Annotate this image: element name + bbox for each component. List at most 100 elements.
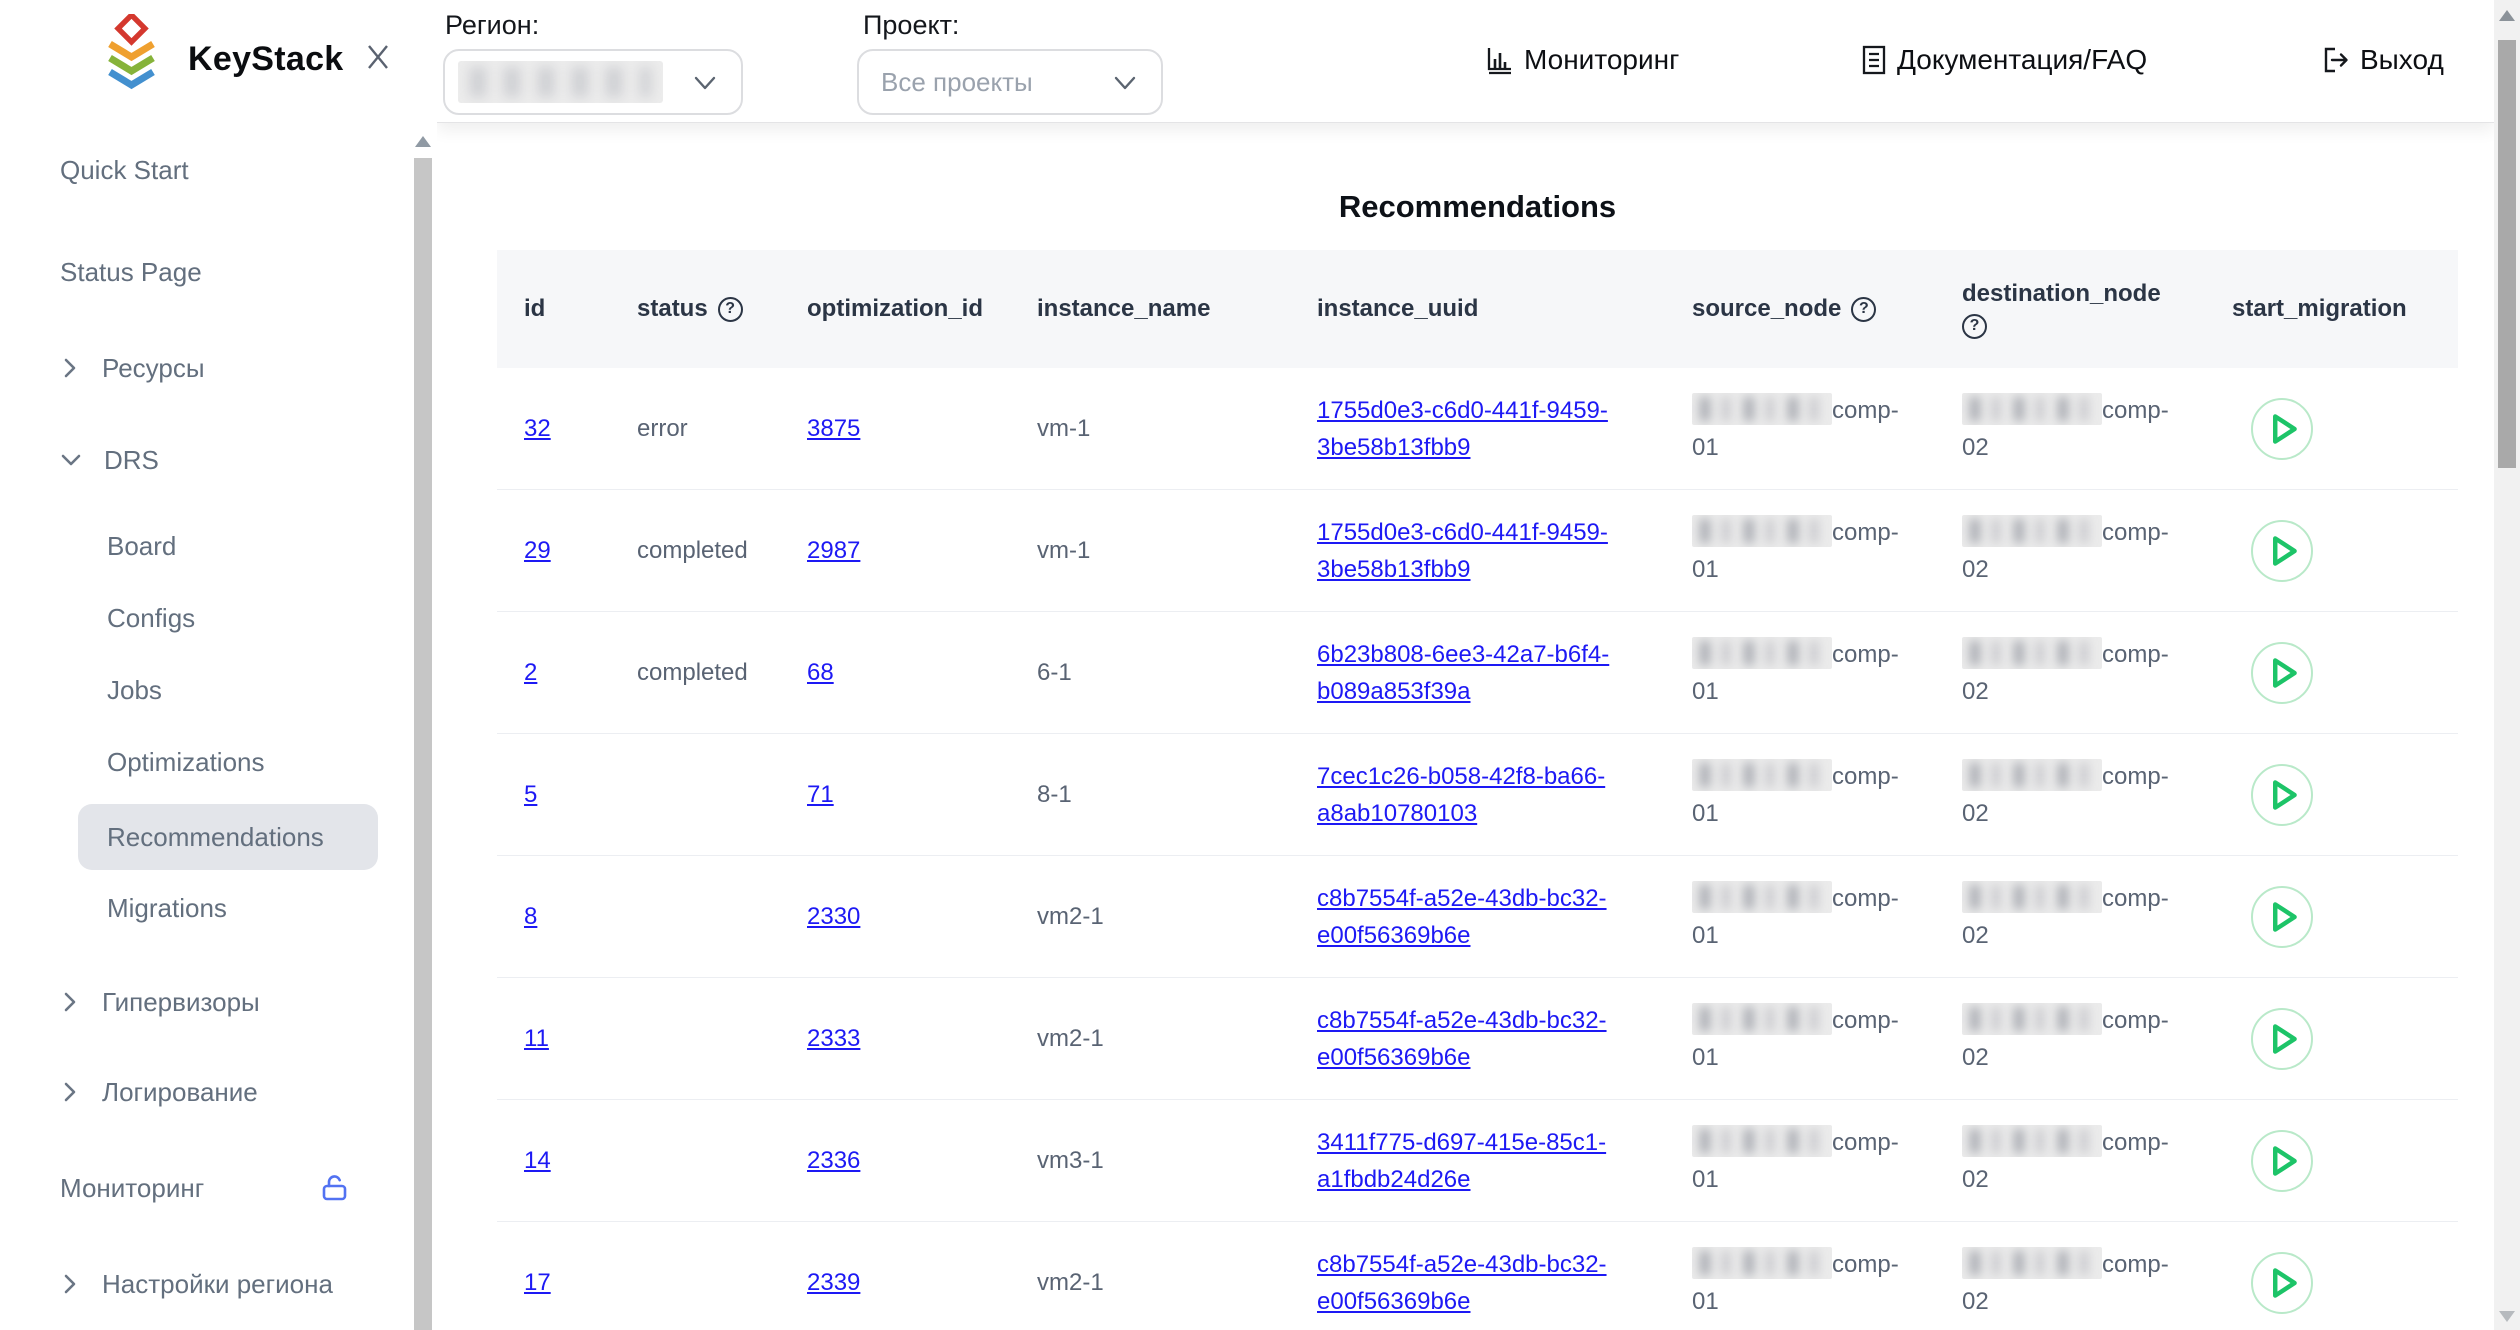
sidebar-scrollbar[interactable] xyxy=(412,130,434,1330)
cell-start-migration xyxy=(2205,886,2458,948)
start-migration-button[interactable] xyxy=(2251,764,2313,826)
scroll-up-icon[interactable] xyxy=(415,136,431,147)
optimization-id-link[interactable]: 2339 xyxy=(807,1269,860,1296)
instance-uuid-link[interactable]: c8b7554f-a52e-43db-bc32-e00f56369b6e xyxy=(1317,1002,1619,1076)
bar-chart-icon xyxy=(1485,44,1515,76)
id-link[interactable]: 5 xyxy=(524,781,537,808)
optimization-id-link[interactable]: 2330 xyxy=(807,903,860,930)
start-migration-button[interactable] xyxy=(2251,642,2313,704)
scroll-up-icon[interactable] xyxy=(2499,10,2515,21)
cell-destination-node: comp-02 xyxy=(1935,880,2205,954)
play-icon xyxy=(2253,521,2311,581)
sidebar-item-логирование[interactable]: Логирование xyxy=(60,1072,412,1112)
instance-uuid-link[interactable]: 1755d0e3-c6d0-441f-9459-3be58b13fbb9 xyxy=(1317,392,1619,466)
help-icon[interactable]: ? xyxy=(1962,314,1987,339)
region-select[interactable] xyxy=(443,49,743,115)
sidebar-item-migrations[interactable]: Migrations xyxy=(78,888,378,928)
cell-optimization-id: 2330 xyxy=(780,903,1010,931)
play-icon xyxy=(2253,399,2311,459)
id-link[interactable]: 14 xyxy=(524,1147,551,1174)
start-migration-button[interactable] xyxy=(2251,398,2313,460)
table-row: 14 2336 vm3-1 3411f775-d697-415e-85c1-a1fbd… xyxy=(497,1100,2458,1222)
source-node-value: comp-01 xyxy=(1692,1002,1912,1076)
id-link[interactable]: 2 xyxy=(524,659,537,686)
start-migration-button[interactable] xyxy=(2251,520,2313,582)
table-row: 5718-17cec1c26-b058-42f8-ba66-a8ab107801… xyxy=(497,734,2458,856)
cell-start-migration xyxy=(2205,642,2458,704)
sidebar-item-drs[interactable]: DRS xyxy=(60,440,412,480)
optimization-id-link[interactable]: 71 xyxy=(807,781,834,808)
column-label: destination_node xyxy=(1962,280,2161,308)
sidebar-item-гипервизоры[interactable]: Гипервизоры xyxy=(60,982,412,1022)
censored-node-name xyxy=(1692,1003,1832,1035)
scroll-down-icon[interactable] xyxy=(2499,1311,2515,1322)
id-link[interactable]: 17 xyxy=(524,1269,551,1296)
instance-uuid-link[interactable]: c8b7554f-a52e-43db-bc32-e00f56369b6e xyxy=(1317,880,1619,954)
optimization-id-link[interactable]: 68 xyxy=(807,659,834,686)
sidebar-item-настройки-региона[interactable]: Настройки региона xyxy=(60,1264,412,1304)
sidebar-item-label: Гипервизоры xyxy=(102,987,260,1018)
start-migration-button[interactable] xyxy=(2251,1008,2313,1070)
project-select[interactable]: Все проекты xyxy=(857,49,1163,115)
instance-uuid-link[interactable]: 6b23b808-6ee3-42a7-b6f4-b089a853f39a xyxy=(1317,636,1619,710)
id-link[interactable]: 8 xyxy=(524,903,537,930)
cell-source-node: comp-01 xyxy=(1665,514,1935,588)
sidebar-item-ресурсы[interactable]: Ресурсы xyxy=(60,348,412,388)
optimization-id-link[interactable]: 2336 xyxy=(807,1147,860,1174)
sidebar-item-board[interactable]: Board xyxy=(78,526,378,566)
id-link[interactable]: 29 xyxy=(524,537,551,564)
instance-uuid-link[interactable]: 3411f775-d697-415e-85c1-a1fbdb24d26e xyxy=(1317,1124,1619,1198)
cell-start-migration xyxy=(2205,764,2458,826)
column-header-status: status? xyxy=(610,295,780,323)
cell-optimization-id: 2333 xyxy=(780,1025,1010,1053)
sidebar-item-status-page[interactable]: Status Page xyxy=(60,252,412,292)
sidebar-item-jobs[interactable]: Jobs xyxy=(78,670,378,710)
id-link[interactable]: 11 xyxy=(524,1025,549,1052)
source-node-value: comp-01 xyxy=(1692,880,1912,954)
instance-uuid-link[interactable]: 1755d0e3-c6d0-441f-9459-3be58b13fbb9 xyxy=(1317,514,1619,588)
instance-uuid-link[interactable]: c8b7554f-a52e-43db-bc32-e00f56369b6e xyxy=(1317,1246,1619,1320)
censored-node-name xyxy=(1962,1003,2102,1035)
start-migration-button[interactable] xyxy=(2251,1130,2313,1192)
cell-instance-name: vm3-1 xyxy=(1010,1147,1290,1175)
nav-logout[interactable]: Выход xyxy=(2319,38,2444,82)
main-scrollbar[interactable] xyxy=(2494,0,2520,1330)
sidebar-item-configs[interactable]: Configs xyxy=(78,598,378,638)
sidebar-item-quick-start[interactable]: Quick Start xyxy=(60,150,412,190)
help-icon[interactable]: ? xyxy=(718,297,743,322)
instance-uuid-link[interactable]: 7cec1c26-b058-42f8-ba66-a8ab10780103 xyxy=(1317,758,1619,832)
sidebar-close-button[interactable] xyxy=(356,36,400,80)
table-row: 82330vm2-1c8b7554f-a52e-43db-bc32-e00f56… xyxy=(497,856,2458,978)
cell-instance-uuid: 6b23b808-6ee3-42a7-b6f4-b089a853f39a xyxy=(1290,636,1665,710)
help-icon[interactable]: ? xyxy=(1851,297,1876,322)
sidebar-item-label: Migrations xyxy=(107,893,227,924)
censored-node-name xyxy=(1962,759,2102,791)
table-row: 172339vm2-1c8b7554f-a52e-43db-bc32-e00f5… xyxy=(497,1222,2458,1330)
start-migration-button[interactable] xyxy=(2251,1252,2313,1314)
censored-node-name xyxy=(1962,1247,2102,1279)
nav-monitoring[interactable]: Мониторинг xyxy=(1485,38,1679,82)
cell-source-node: comp-01 xyxy=(1665,880,1935,954)
optimization-id-link[interactable]: 3875 xyxy=(807,415,860,442)
column-header-start_migration: start_migration xyxy=(2205,295,2458,323)
column-header-destination_node: destination_node? xyxy=(1935,280,2205,339)
sidebar-item-optimizations[interactable]: Optimizations xyxy=(78,742,378,782)
sidebar-item-recommendations[interactable]: Recommendations xyxy=(78,804,378,870)
nav-documentation[interactable]: Документация/FAQ xyxy=(1860,38,2147,82)
sidebar-item-label: Configs xyxy=(107,603,195,634)
optimization-id-link[interactable]: 2987 xyxy=(807,537,860,564)
column-header-optimization_id: optimization_id xyxy=(780,295,1010,323)
censored-node-name xyxy=(1962,515,2102,547)
main-scrollbar-thumb[interactable] xyxy=(2498,40,2516,468)
sidebar-item-мониторинг[interactable]: Мониторинг xyxy=(60,1168,350,1208)
cell-optimization-id: 2336 xyxy=(780,1147,1010,1175)
column-header-source_node: source_node? xyxy=(1665,295,1935,323)
destination-node-value: comp-02 xyxy=(1962,514,2182,588)
start-migration-button[interactable] xyxy=(2251,886,2313,948)
region-label: Регион: xyxy=(445,10,539,41)
sidebar-scrollbar-thumb[interactable] xyxy=(414,158,432,1330)
censored-node-name xyxy=(1962,393,2102,425)
censored-node-name xyxy=(1692,637,1832,669)
optimization-id-link[interactable]: 2333 xyxy=(807,1025,860,1052)
id-link[interactable]: 32 xyxy=(524,415,551,442)
